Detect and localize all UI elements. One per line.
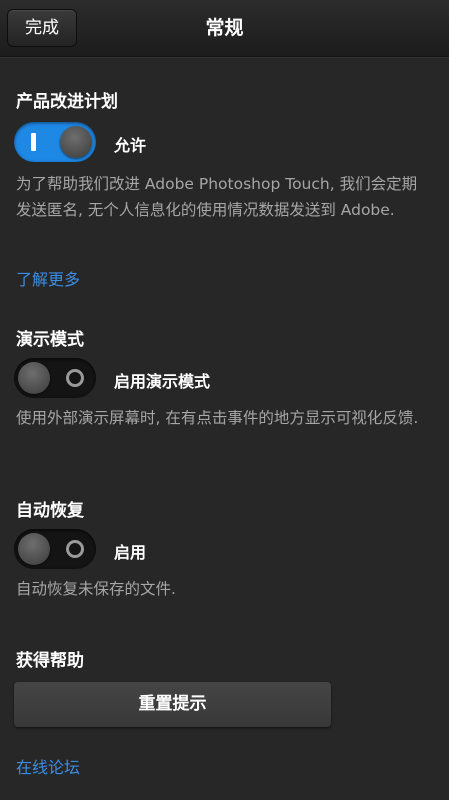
help-heading: 获得帮助	[16, 651, 84, 671]
improvement-description: 为了帮助我们改进 Adobe Photoshop Touch, 我们会定期发送匿…	[16, 175, 418, 219]
auto-recovery-toggle-label: 启用	[114, 543, 147, 562]
auto-recovery-toggle[interactable]	[14, 529, 96, 569]
toggle-knob	[18, 362, 50, 394]
auto-recovery-heading: 自动恢复	[16, 501, 84, 521]
online-forum-link[interactable]: 在线论坛	[16, 754, 80, 778]
learn-more-link[interactable]: 了解更多	[16, 266, 80, 290]
demo-mode-toggle-label: 启用演示模式	[114, 372, 211, 391]
toggle-off-indicator	[66, 369, 84, 387]
improvement-toggle[interactable]	[14, 122, 96, 162]
demo-mode-heading: 演示模式	[16, 330, 84, 350]
demo-mode-description: 使用外部演示屏幕时, 在有点击事件的地方显示可视化反馈.	[16, 409, 419, 427]
done-button[interactable]: 完成	[7, 9, 77, 47]
auto-recovery-description: 自动恢复未保存的文件.	[16, 580, 176, 598]
demo-mode-toggle[interactable]	[14, 358, 96, 398]
improvement-heading: 产品改进计划	[16, 92, 118, 112]
toggle-knob	[18, 533, 50, 565]
toggle-knob	[60, 126, 92, 158]
reset-tips-button[interactable]: 重置提示	[14, 682, 331, 727]
toggle-on-indicator	[31, 133, 36, 151]
top-bar: 常规 完成	[0, 0, 449, 57]
general-settings-screen: 常规 完成 产品改进计划 允许 为了帮助我们改进 Adobe Photoshop…	[0, 0, 449, 800]
improvement-toggle-label: 允许	[114, 136, 147, 155]
toggle-off-indicator	[66, 540, 84, 558]
